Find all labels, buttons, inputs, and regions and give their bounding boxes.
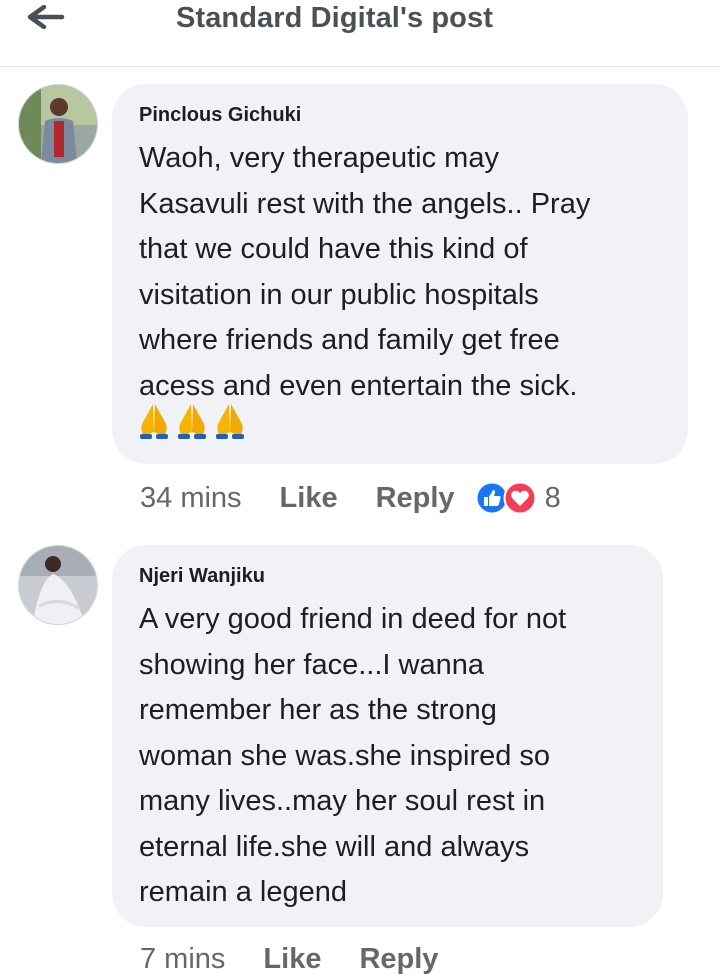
emoji-row bbox=[138, 402, 246, 440]
reaction-count: 8 bbox=[544, 481, 561, 514]
folded-hands-icon bbox=[178, 404, 206, 439]
comment-author[interactable]: Pinclous Gichuki bbox=[139, 104, 301, 127]
comment-author[interactable]: Njeri Wanjiku bbox=[139, 565, 265, 588]
like-button[interactable]: Like bbox=[280, 482, 338, 515]
top-bar: Standard Digital's post bbox=[0, 0, 720, 67]
comment-text: Waoh, very therapeutic may Kasavuli rest… bbox=[139, 142, 591, 402]
reply-button[interactable]: Reply bbox=[376, 482, 455, 515]
comment-text: A very good friend in deed for not showi… bbox=[139, 603, 567, 908]
reaction-summary[interactable]: 8 bbox=[475, 481, 561, 515]
avatar-njeri-wanjiku[interactable] bbox=[18, 545, 98, 625]
avatar-pinclous-gichuki[interactable] bbox=[18, 84, 98, 164]
comment-bubble: Njeri Wanjiku A very good friend in deed… bbox=[112, 545, 663, 927]
page-title: Standard Digital's post bbox=[176, 2, 493, 34]
comment-timestamp[interactable]: 34 mins bbox=[140, 482, 242, 515]
love-icon bbox=[503, 481, 537, 515]
comment-bubble: Pinclous Gichuki Waoh, very therapeutic … bbox=[112, 84, 688, 464]
folded-hands-icon bbox=[216, 404, 244, 439]
comment-meta: 7 mins Like Reply bbox=[140, 943, 438, 976]
arrow-left-icon bbox=[27, 5, 65, 29]
reply-button[interactable]: Reply bbox=[359, 943, 438, 976]
comment-timestamp[interactable]: 7 mins bbox=[140, 943, 225, 976]
back-button[interactable] bbox=[22, 0, 70, 34]
folded-hands-icon bbox=[140, 404, 168, 439]
comment-meta: 34 mins Like Reply 8 bbox=[140, 481, 561, 515]
like-button[interactable]: Like bbox=[263, 943, 321, 976]
